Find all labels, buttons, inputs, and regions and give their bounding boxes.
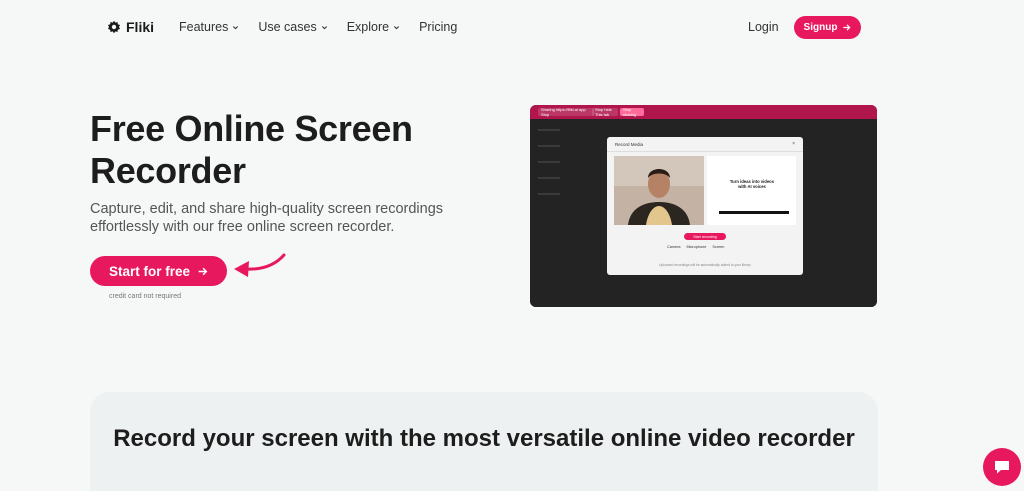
start-recording-button: Start recording xyxy=(684,233,726,240)
camera-feed xyxy=(614,156,704,225)
nav-item-pricing[interactable]: Pricing xyxy=(419,20,457,34)
modal-title: Record Media xyxy=(615,142,644,147)
sidebar-placeholder xyxy=(538,177,560,179)
sidebar-placeholder xyxy=(538,145,560,147)
arrow-right-icon xyxy=(842,23,851,32)
chevron-down-icon xyxy=(321,24,328,31)
arrow-right-icon xyxy=(197,266,208,277)
nav-item-explore[interactable]: Explore xyxy=(347,20,400,34)
hero-title: Free Online Screen Recorder xyxy=(90,108,413,191)
hero-subtitle: Capture, edit, and share high-quality sc… xyxy=(90,201,444,235)
preview-strip xyxy=(719,211,789,214)
chat-bubble-icon xyxy=(995,461,1009,474)
stop-sharing-chip: Stop sharing xyxy=(620,107,644,117)
top-nav: Fliki Features Use cases Explore Pricing… xyxy=(0,0,1024,56)
close-icon: × xyxy=(792,141,795,147)
logo-text: Fliki xyxy=(126,19,155,35)
option-screen: Screen xyxy=(712,245,725,249)
recording-note: Uploaded recordings will be automaticall… xyxy=(659,263,751,267)
chat-widget-button[interactable] xyxy=(983,448,1021,486)
nav-item-use-cases[interactable]: Use cases xyxy=(258,20,327,34)
nav-item-label: Explore xyxy=(346,20,390,34)
login-link[interactable]: Login xyxy=(748,20,779,34)
nav-item-label: Use cases xyxy=(258,20,317,34)
curved-arrow-icon xyxy=(234,253,286,277)
signup-label: Signup xyxy=(803,22,838,33)
start-for-free-button[interactable]: Start for free xyxy=(90,256,227,286)
preview-headline: Turn ideas into videos with AI voices xyxy=(729,179,775,189)
fliki-logo-icon xyxy=(107,20,121,34)
nav-menu: Features Use cases Explore Pricing xyxy=(179,20,457,34)
section-title: Record your screen with the most versati… xyxy=(113,425,855,452)
hide-chip: Stop hide This tab xyxy=(592,107,618,117)
sidebar-placeholder xyxy=(538,129,560,131)
features-section: Record your screen with the most versati… xyxy=(90,392,878,491)
recording-options: Camera Microphone Screen xyxy=(667,245,724,249)
chevron-down-icon xyxy=(232,24,239,31)
option-camera: Camera xyxy=(667,245,681,249)
cta-label: Start for free xyxy=(108,263,191,279)
sidebar-placeholder xyxy=(538,161,560,163)
nav-item-label: Features xyxy=(179,20,229,34)
signup-button[interactable]: Signup xyxy=(794,16,861,39)
option-microphone: Microphone xyxy=(686,245,707,249)
logo[interactable]: Fliki xyxy=(107,19,154,35)
browser-share-bar: Sharing https://fliki.ai app Stop Stop h… xyxy=(530,105,877,119)
chevron-down-icon xyxy=(393,24,400,31)
credit-card-note: credit card not required xyxy=(109,293,181,300)
sidebar-placeholder xyxy=(538,193,560,195)
record-media-modal: Record Media × Turn ideas into videos wi… xyxy=(607,137,803,275)
modal-divider xyxy=(607,151,803,152)
share-status-chip: Sharing https://fliki.ai app Stop xyxy=(538,107,594,117)
nav-item-features[interactable]: Features xyxy=(179,20,239,34)
nav-item-label: Pricing xyxy=(419,20,458,34)
screen-preview: Turn ideas into videos with AI voices xyxy=(707,156,796,225)
